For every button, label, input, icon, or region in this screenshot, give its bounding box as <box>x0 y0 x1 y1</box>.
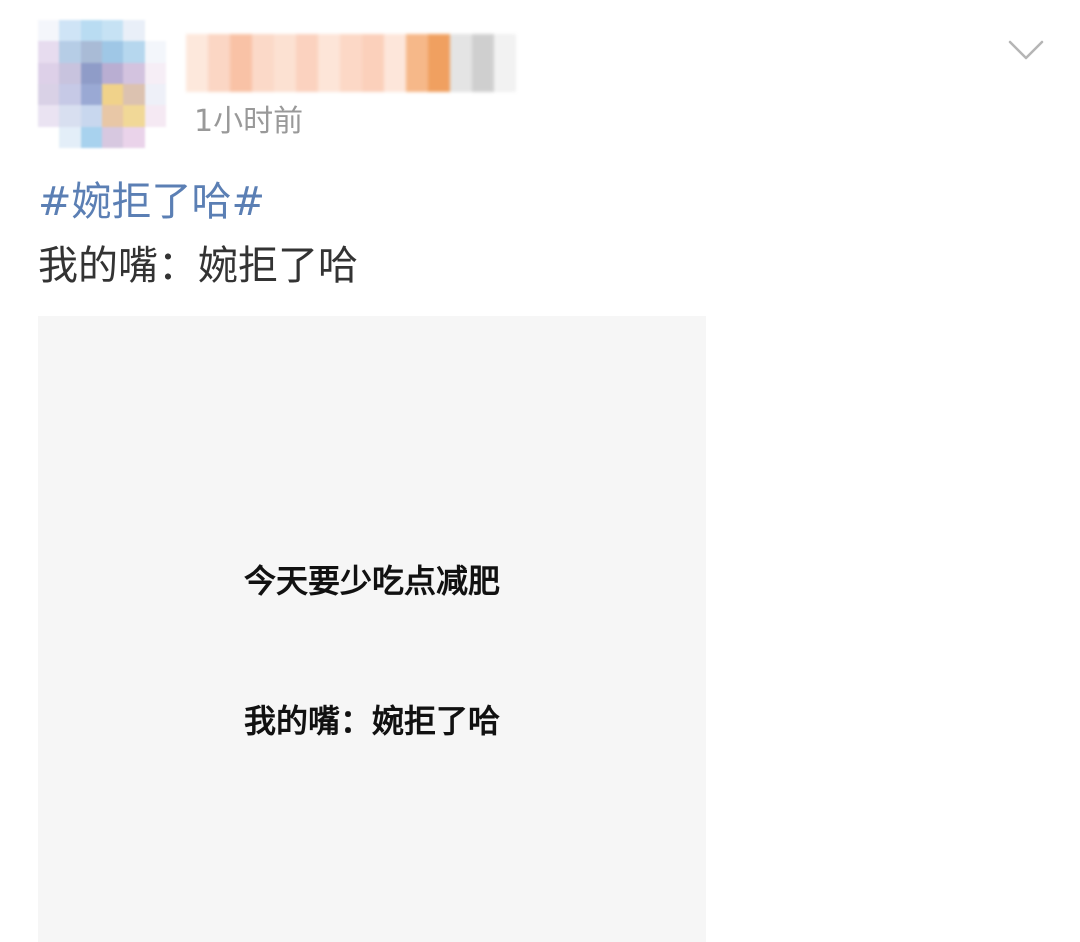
chevron-down-icon[interactable] <box>1006 36 1046 66</box>
image-caption-line-2: 我的嘴：婉拒了哈 <box>243 702 500 740</box>
post-text: 我的嘴：婉拒了哈 <box>38 243 358 289</box>
post-image[interactable]: 今天要少吃点减肥 我的嘴：婉拒了哈 <box>38 316 706 942</box>
image-caption-line-1: 今天要少吃点减肥 <box>243 562 500 600</box>
username-redacted[interactable] <box>186 34 516 92</box>
hashtag-link[interactable]: #婉拒了哈# <box>38 176 265 228</box>
weibo-post: 1小时前 #婉拒了哈# 我的嘴：婉拒了哈 今天要少吃点减肥 我的嘴：婉拒了哈 <box>0 0 1080 942</box>
post-time: 1小时前 <box>194 104 304 139</box>
avatar[interactable] <box>38 20 166 148</box>
